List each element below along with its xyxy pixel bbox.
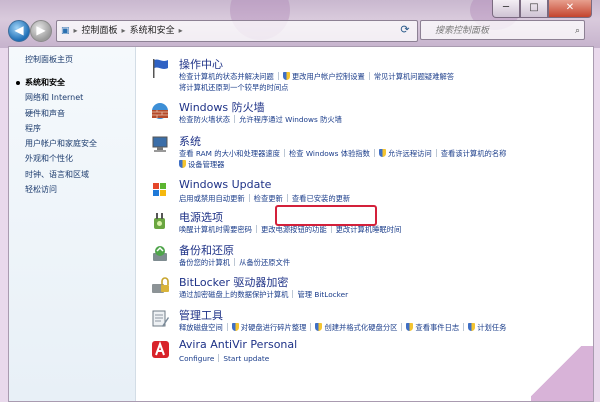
section-link[interactable]: 通过加密磁盘上的数据保护计算机 [179,290,288,299]
control-panel-icon: ▣ [61,26,70,36]
firewall-icon [152,103,168,119]
sidebar-item-clock-language[interactable]: 时钟、语言和区域 [25,167,97,182]
breadcrumb-separator: ▸ [121,26,126,35]
uac-shield-icon [315,323,323,331]
section-title[interactable]: BitLocker 驱动器加密 [179,274,288,290]
power-options-icon [154,213,165,229]
section-title[interactable]: 电源选项 [179,209,223,225]
window-controls: ─ □ ✕ [492,0,592,18]
section-link[interactable]: 唤醒计算机时需要密码 [179,225,252,234]
section-link[interactable]: 将计算机还原到一个较早的时间点 [179,83,288,92]
section-link[interactable]: 检查防火墙状态 [179,115,230,124]
sidebar-item-hardware-sound[interactable]: 硬件和声音 [25,106,97,121]
sidebar-item-programs[interactable]: 程序 [25,121,97,136]
section-link[interactable]: 创建并格式化硬盘分区 [324,323,397,332]
section-link[interactable]: 查看该计算机的名称 [441,149,507,158]
sidebar: 控制面板主页 系统和安全 网络和 Internet 硬件和声音 程序 用户帐户和… [9,47,136,401]
breadcrumb-separator: ▸ [73,26,78,35]
section-link[interactable]: 更改用户帐户控制设置 [292,72,365,81]
sidebar-item-user-accounts[interactable]: 用户帐户和家庭安全 [25,136,97,151]
uac-shield-icon [378,149,386,157]
section-firewall: Windows 防火墙 检查防火墙状态 允许程序通过 Windows 防火墙 [146,99,586,137]
uac-shield-icon [179,159,186,168]
computer-icon [152,136,168,152]
section-system: 系统 查看 RAM 的大小和处理器速度 检查 Windows 体验指数 允许远程访问… [146,133,586,171]
search-input[interactable]: 搜索控制面板 ⌕ [420,20,585,40]
sidebar-item-ease-of-access[interactable]: 轻松访问 [25,182,97,197]
section-link[interactable]: 从备份还原文件 [239,258,290,267]
breadcrumb-system-security[interactable]: 系统和安全 [130,21,175,41]
control-panel-window: 控制面板主页 系统和安全 网络和 Internet 硬件和声音 程序 用户帐户和… [8,46,594,402]
back-button[interactable]: ◀ [8,20,30,42]
uac-shield-icon [406,323,414,331]
maximize-button[interactable]: □ [520,0,548,18]
close-button[interactable]: ✕ [548,0,592,18]
minimize-button[interactable]: ─ [492,0,520,18]
section-link[interactable]: 更改计算机睡眠时间 [336,225,402,234]
section-link[interactable]: 释放磁盘空间 [179,323,223,332]
section-link[interactable]: 允许程序通过 Windows 防火墙 [239,115,342,124]
address-bar[interactable]: ▣ ▸ 控制面板 ▸ 系统和安全 ▸ [56,20,418,42]
section-link[interactable]: 查看事件日志 [415,323,459,332]
sidebar-list: 系统和安全 网络和 Internet 硬件和声音 程序 用户帐户和家庭安全 外观… [16,75,97,197]
section-action-center: 操作中心 检查计算机的状态并解决问题 更改用户帐户控制设置 常见计算机问题疑难解答 … [146,56,586,94]
section-title[interactable]: 系统 [179,133,201,149]
section-title[interactable]: Avira AntiVir Personal [179,338,297,351]
section-title[interactable]: Windows Update [179,178,271,191]
section-link[interactable]: Start update [223,354,269,363]
window-title-bar: ─ □ ✕ ◀ ▶ ▣ ▸ 控制面板 ▸ 系统和安全 ▸ ⟳ 搜索控制面板 ⌕ [0,0,600,48]
section-title[interactable]: 备份和还原 [179,242,234,258]
highlight-box [275,205,377,226]
section-link[interactable]: 查看已安装的更新 [292,194,350,203]
breadcrumb-control-panel[interactable]: 控制面板 [82,21,118,41]
section-title[interactable]: Windows 防火墙 [179,99,265,115]
section-link[interactable]: 检查更新 [254,194,283,203]
search-placeholder: 搜索控制面板 [435,26,490,36]
search-icon[interactable]: ⌕ [575,21,580,41]
section-link[interactable]: Configure [179,354,214,363]
sidebar-home-link[interactable]: 控制面板主页 [25,54,73,65]
main-content: 操作中心 检查计算机的状态并解决问题 更改用户帐户控制设置 常见计算机问题疑难解答 … [136,47,593,401]
section-link[interactable]: 备份您的计算机 [179,258,230,267]
section-link[interactable]: 检查计算机的状态并解决问题 [179,72,274,81]
section-link[interactable]: 设备管理器 [188,160,224,169]
section-link[interactable]: 常见计算机问题疑难解答 [374,72,454,81]
windows-update-icon [153,183,166,196]
uac-shield-icon [231,323,239,331]
section-avira: Avira AntiVir Personal Configure Start up… [146,338,586,376]
section-title[interactable]: 管理工具 [179,307,223,323]
admin-tools-icon [152,310,169,327]
section-link[interactable]: 计划任务 [477,323,506,332]
avira-icon [152,341,169,358]
breadcrumb-separator: ▸ [178,26,183,35]
section-link[interactable]: 对硬盘进行碎片整理 [241,323,307,332]
section-link[interactable]: 查看 RAM 的大小和处理器速度 [179,149,280,158]
section-link[interactable]: 启用或禁用自动更新 [179,194,245,203]
section-link[interactable]: 允许远程访问 [388,149,432,158]
forward-button[interactable]: ▶ [30,20,52,42]
bitlocker-icon [152,277,169,293]
desktop-corner-tint [531,346,593,401]
uac-shield-icon [282,72,290,80]
sidebar-item-appearance[interactable]: 外观和个性化 [25,151,97,166]
flag-icon [153,59,168,78]
sidebar-item-system-security[interactable]: 系统和安全 [16,75,97,90]
section-link[interactable]: 检查 Windows 体验指数 [289,149,370,158]
section-title[interactable]: 操作中心 [179,56,223,72]
sidebar-item-network[interactable]: 网络和 Internet [25,90,97,105]
section-link[interactable]: 更改电源按钮的功能 [261,225,327,234]
uac-shield-icon [468,323,476,331]
refresh-icon[interactable]: ⟳ [396,20,414,40]
backup-icon [153,246,167,261]
section-link[interactable]: 管理 BitLocker [297,290,348,299]
